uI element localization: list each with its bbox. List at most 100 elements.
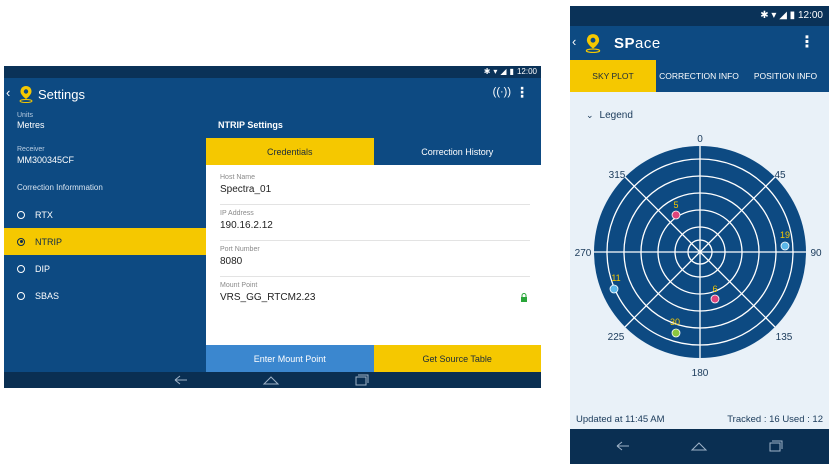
radio-button-icon[interactable]	[17, 210, 25, 219]
satellite-19-marker[interactable]	[780, 241, 790, 251]
ntrip-settings-panel: NTRIP Settings Credentials Correction Hi…	[206, 110, 541, 373]
ip-address-field[interactable]: IP Address 190.16.2.12	[220, 205, 530, 241]
back-nav-icon[interactable]	[172, 374, 190, 386]
recents-nav-icon[interactable]	[352, 374, 370, 386]
tab-credentials[interactable]: Credentials	[206, 138, 374, 165]
radio-option-sbas[interactable]: SBAS	[4, 282, 206, 309]
updated-time: Updated at 11:45 AM	[576, 414, 665, 425]
mount-point-field[interactable]: Mount Point VRS_GG_RTCM2.23	[220, 277, 530, 313]
sky-plot: 0 45 90 135 180 225 270 315 5 19 11 6 30	[575, 134, 822, 379]
bearing-label-225: 225	[608, 332, 625, 343]
satellite-6-marker[interactable]	[710, 294, 720, 304]
tab-correction-info[interactable]: CORRECTION INFO	[656, 60, 742, 92]
bluetooth-icon: ✱	[760, 10, 769, 21]
receiver-value[interactable]: MM300345CF	[17, 155, 74, 165]
satellite-5-marker[interactable]	[671, 210, 681, 220]
app-title: SPace	[614, 35, 661, 52]
units-label: Units	[17, 112, 33, 119]
receiver-label: Receiver	[17, 146, 45, 153]
tab-position-info[interactable]: POSITION INFO	[742, 60, 829, 92]
back-chevron-icon[interactable]: ‹	[572, 34, 576, 49]
field-value[interactable]: VRS_GG_RTCM2.23	[220, 292, 315, 303]
bearing-label-315: 315	[609, 170, 626, 181]
overflow-menu-icon[interactable]: ⋮	[799, 32, 815, 52]
radio-option-rtx[interactable]: RTX	[4, 201, 206, 228]
correction-info-label: Correction Informmation	[17, 183, 103, 192]
radio-label: NTRIP	[35, 236, 62, 247]
radio-label: DIP	[35, 263, 51, 274]
app-title-rest: ace	[635, 35, 661, 52]
bluetooth-icon: ✱	[483, 67, 491, 76]
home-nav-icon[interactable]	[690, 440, 708, 452]
satellite-30-label: 30	[670, 317, 680, 327]
units-value[interactable]: Metres	[17, 120, 45, 130]
status-time: 12:00	[797, 10, 823, 21]
satellite-19-label: 19	[780, 230, 790, 240]
satellite-11-label: 11	[611, 273, 620, 283]
tracked-used-count: Tracked : 16 Used : 12	[727, 414, 823, 425]
app-bar: ‹ SPace ⋮	[570, 26, 829, 60]
status-bar: ✱ ▾ ◢ ▮ 12:00	[570, 6, 829, 26]
back-nav-icon[interactable]	[614, 440, 632, 452]
skyplot-content: ⌄ Legend 0 45 90 135 180 225 270 315 5 1…	[570, 92, 829, 429]
chevron-down-icon: ⌄	[586, 110, 594, 120]
lock-icon	[520, 293, 528, 304]
tablet-settings-screen: ✱ ▾ ◢ ▮ 12:00 ‹ Settings ((·)) ⋮ Units M…	[4, 66, 541, 388]
recents-nav-icon[interactable]	[766, 440, 784, 452]
settings-sidebar: Units Metres Receiver MM300345CF Correct…	[4, 110, 206, 372]
status-time: 12:00	[516, 67, 537, 76]
radio-button-icon[interactable]	[17, 264, 25, 273]
cell-signal-icon: ◢	[500, 67, 507, 76]
bearing-label-45: 45	[774, 170, 786, 181]
bearing-label-90: 90	[810, 248, 822, 259]
battery-icon: ▮	[509, 67, 514, 76]
antenna-icon[interactable]: ((·))	[493, 86, 511, 98]
field-label: Port Number	[220, 246, 260, 253]
ntrip-tabs: Credentials Correction History	[206, 138, 541, 165]
radio-button-selected-icon[interactable]	[17, 237, 25, 246]
bearing-label-180: 180	[692, 368, 709, 379]
satellite-11-marker[interactable]	[609, 284, 619, 294]
host-name-field[interactable]: Host Name Spectra_01	[220, 169, 530, 205]
legend-toggle[interactable]: ⌄ Legend	[586, 110, 633, 121]
bearing-label-135: 135	[776, 332, 793, 343]
field-value[interactable]: 8080	[220, 256, 242, 267]
radio-option-ntrip[interactable]: NTRIP	[4, 228, 206, 255]
navigation-bar	[570, 429, 829, 464]
field-value[interactable]: Spectra_01	[220, 184, 271, 195]
status-bar: ✱ ▾ ◢ ▮ 12:00	[4, 66, 541, 78]
tab-correction-history[interactable]: Correction History	[373, 138, 541, 165]
skyplot-tabs: SKY PLOT CORRECTION INFO POSITION INFO	[570, 60, 829, 92]
overflow-menu-icon[interactable]: ⋮	[515, 84, 529, 101]
wifi-icon: ▾	[493, 67, 498, 76]
map-pin-logo-icon[interactable]	[584, 33, 602, 53]
field-value[interactable]: 190.16.2.12	[220, 220, 273, 231]
map-pin-logo-icon[interactable]	[18, 85, 34, 103]
enter-mount-point-button[interactable]: Enter Mount Point	[206, 345, 374, 373]
phone-skyplot-screen: ✱ ▾ ◢ ▮ 12:00 ‹ SPace ⋮ SKY PLOT CORRECT…	[570, 6, 829, 464]
radio-option-dip[interactable]: DIP	[4, 255, 206, 282]
back-chevron-icon[interactable]: ‹	[6, 85, 10, 100]
get-source-table-button[interactable]: Get Source Table	[373, 345, 541, 373]
panel-title: NTRIP Settings	[206, 110, 541, 138]
legend-label: Legend	[599, 110, 633, 121]
home-nav-icon[interactable]	[262, 374, 280, 386]
bearing-label-270: 270	[575, 248, 592, 259]
battery-icon: ▮	[789, 10, 796, 21]
navigation-bar	[4, 372, 541, 388]
field-label: Host Name	[220, 174, 256, 181]
wifi-icon: ▾	[771, 10, 777, 21]
satellite-6-label: 6	[712, 284, 717, 294]
satellite-5-label: 5	[673, 200, 678, 210]
radio-label: RTX	[35, 209, 53, 220]
radio-button-icon[interactable]	[17, 291, 25, 300]
app-title: Settings	[38, 87, 85, 102]
port-number-field[interactable]: Port Number 8080	[220, 241, 530, 277]
bearing-label-0: 0	[697, 134, 703, 145]
app-title-bold: SP	[614, 35, 636, 52]
app-bar: ‹ Settings ((·)) ⋮	[4, 78, 541, 110]
satellite-30-marker[interactable]	[671, 328, 681, 338]
tab-sky-plot[interactable]: SKY PLOT	[570, 60, 656, 92]
action-buttons: Enter Mount Point Get Source Table	[206, 345, 541, 373]
cell-signal-icon: ◢	[779, 10, 787, 21]
